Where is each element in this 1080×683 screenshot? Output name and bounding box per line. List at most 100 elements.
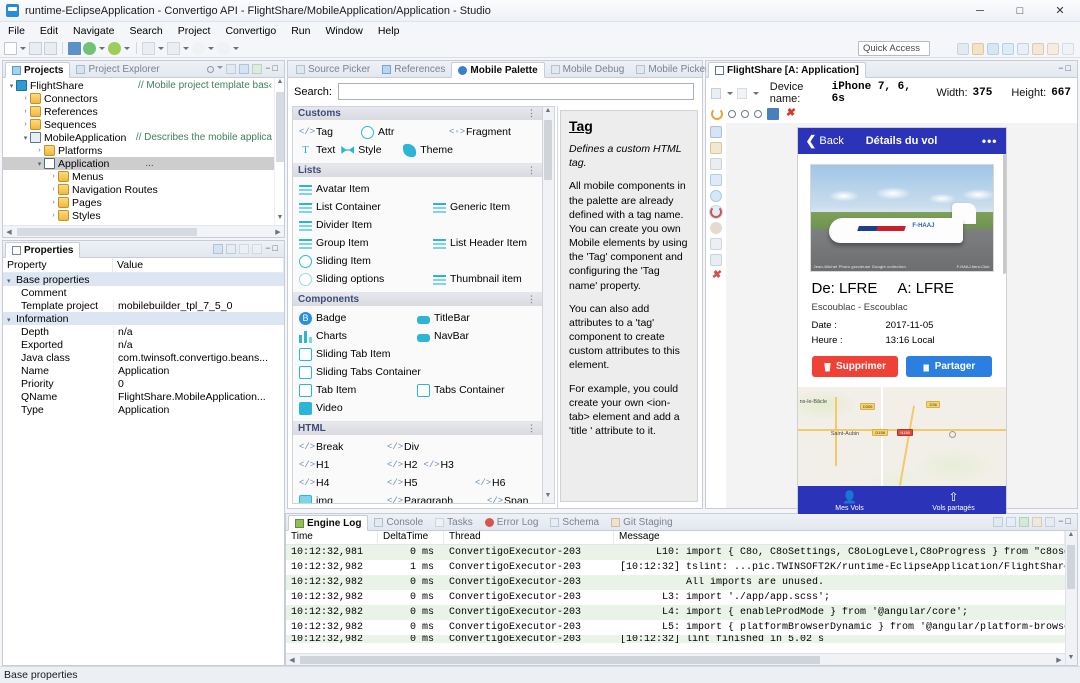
palette-item-navbar[interactable]: NavBar <box>415 327 473 345</box>
show-categories-icon[interactable] <box>213 244 224 254</box>
palette-group-header[interactable]: Customs ⋮ <box>293 107 542 120</box>
palette-item-tag[interactable]: </> Tag <box>297 123 359 141</box>
copy-log-icon[interactable] <box>1032 517 1043 527</box>
export-log-icon[interactable] <box>993 517 1004 527</box>
palette-item-h3[interactable]: </> H3 <box>421 456 509 474</box>
tree-row[interactable]: › Menus <box>3 170 284 183</box>
property-value[interactable]: com.twinsoft.convertigo.beans... <box>113 351 284 364</box>
scroll-thumb-h[interactable] <box>300 656 820 664</box>
palette-item-titlebar[interactable]: TitleBar <box>415 309 474 327</box>
play-log-icon[interactable] <box>1019 517 1030 527</box>
palette-item-h4[interactable]: </> H4 <box>297 474 385 492</box>
perspective-icon-1[interactable] <box>957 42 969 55</box>
scroll-down-icon[interactable]: ▼ <box>1066 654 1076 665</box>
scroll-left-icon[interactable]: ◀ <box>3 228 15 236</box>
scroll-down-icon[interactable]: ▼ <box>543 492 553 503</box>
tree-row[interactable]: › Navigation Routes <box>3 183 284 196</box>
tab-flightshare-application[interactable]: FlightShare [A: Application] <box>708 62 866 78</box>
perspective-icon-7[interactable] <box>1047 42 1059 55</box>
palette-item-h2[interactable]: </> H2 <box>385 456 421 474</box>
palette-group-header[interactable]: Components ⋮ <box>293 293 542 306</box>
tab-engine-log[interactable]: Engine Log <box>288 515 369 531</box>
tab-mobile-picker[interactable]: Mobile Picker <box>630 61 714 77</box>
column-header-deltatime[interactable]: DeltaTime <box>378 531 444 544</box>
tree-vertical-scrollbar[interactable]: ▲ ▼ <box>274 78 284 225</box>
new-dropdown-icon[interactable] <box>19 42 27 55</box>
palette-item-sliding-tabs-container[interactable]: Sliding Tabs Container <box>297 363 425 381</box>
tab-references[interactable]: References <box>376 61 451 77</box>
close-button[interactable]: ✕ <box>1040 0 1080 22</box>
tab-console[interactable]: Console <box>368 514 429 530</box>
twisty-icon[interactable]: › <box>49 199 58 206</box>
clear-log-icon[interactable] <box>1045 517 1056 527</box>
search-tool-icon[interactable] <box>167 41 180 55</box>
tree-row[interactable]: › Sequences <box>3 118 284 131</box>
tab-properties[interactable]: Properties <box>5 242 81 258</box>
column-header-time[interactable]: Time <box>286 531 378 544</box>
quick-access-input[interactable]: Quick Access <box>858 41 930 56</box>
device-dropdown-icon[interactable] <box>726 87 733 100</box>
debug-dropdown-icon[interactable] <box>98 42 106 55</box>
palette-item-paragraph[interactable]: </> Paragraph <box>385 492 485 503</box>
property-row[interactable]: Comment <box>3 286 284 299</box>
twisty-icon[interactable]: › <box>35 147 44 154</box>
property-group-row[interactable]: ▾ Information <box>3 312 284 325</box>
column-header-message[interactable]: Message <box>614 531 1065 544</box>
property-value[interactable]: mobilebuilder_tpl_7_5_0 <box>113 299 284 312</box>
twisty-icon[interactable]: › <box>21 121 30 128</box>
wrench-icon[interactable] <box>710 238 722 250</box>
tab-project-explorer[interactable]: Project Explorer <box>70 61 165 77</box>
twisty-icon[interactable]: › <box>49 212 58 219</box>
palette-item-div[interactable]: </> Div <box>385 438 473 456</box>
tree-row[interactable]: ▾ FlightShare // Mobile project template… <box>3 79 284 92</box>
menu-item-run[interactable]: Run <box>289 24 312 38</box>
zoom-in-icon[interactable] <box>741 110 749 118</box>
scroll-thumb[interactable] <box>1067 545 1075 589</box>
scroll-up-icon[interactable]: ▲ <box>543 107 553 118</box>
back-icon[interactable] <box>192 41 205 55</box>
restart-icon[interactable] <box>709 205 723 219</box>
twisty-icon[interactable]: › <box>21 95 30 102</box>
properties-table[interactable]: Property Value ▾ Base properties Comment … <box>3 258 284 665</box>
tree-row[interactable]: › Styles <box>3 209 284 222</box>
palette-item-h6[interactable]: </> H6 <box>473 474 509 492</box>
palette-item-break[interactable]: </> Break <box>297 438 385 456</box>
save-icon[interactable] <box>29 41 42 55</box>
palette-item-group-item[interactable]: Group Item <box>297 234 431 252</box>
console-minmax[interactable]: −□ <box>1058 516 1073 528</box>
perspective-icon-4[interactable] <box>1002 42 1014 55</box>
tree-horizontal-scrollbar[interactable]: ◀ ▶ <box>3 225 284 237</box>
collapse-all-icon[interactable] <box>226 64 237 74</box>
property-row[interactable]: Template project mobilebuilder_tpl_7_5_0 <box>3 299 284 312</box>
scroll-thumb[interactable] <box>276 92 284 162</box>
search-dropdown-icon[interactable] <box>182 42 190 55</box>
palette-item-divider-item[interactable]: Divider Item <box>297 216 419 234</box>
back-dropdown-icon[interactable] <box>207 42 215 55</box>
maximize-button[interactable]: □ <box>1000 0 1040 22</box>
tab-schema[interactable]: Schema <box>544 514 605 530</box>
menu-item-search[interactable]: Search <box>127 24 164 38</box>
log-row[interactable]: 10:12:32,982 0 ms ConvertigoExecutor-203… <box>286 635 1065 643</box>
palette-item-charts[interactable]: Charts <box>297 327 415 345</box>
tab-projects[interactable]: Projects <box>5 62 71 78</box>
restore-default-icon[interactable] <box>239 244 250 254</box>
palette-vertical-scrollbar[interactable]: ▲ ▼ <box>543 106 555 504</box>
width-value[interactable]: 375 <box>973 87 993 99</box>
property-value[interactable]: Application <box>113 364 284 377</box>
palette-item-img[interactable]: img <box>297 492 385 503</box>
palette-item-sliding-options[interactable]: Sliding options <box>297 270 431 288</box>
zoom-out-icon[interactable] <box>728 110 736 118</box>
property-row[interactable]: Java class com.twinsoft.convertigo.beans… <box>3 351 284 364</box>
palette-item-fragment[interactable]: <◦> Fragment <box>447 123 531 141</box>
view-menu-chevron-down-icon[interactable] <box>217 66 224 72</box>
perspective-icon-8[interactable] <box>1062 42 1074 55</box>
property-value[interactable]: Application <box>113 403 284 416</box>
menu-item-edit[interactable]: Edit <box>38 24 60 38</box>
palette-item-list-header-item[interactable]: List Header Item <box>431 234 531 252</box>
property-row[interactable]: Exported n/a <box>3 338 284 351</box>
flight-map[interactable]: ns-le-Bâcle Saint-Aubin D306 D36 D158 N1… <box>797 387 1006 486</box>
property-row[interactable]: Name Application <box>3 364 284 377</box>
external-tools-icon[interactable] <box>142 41 155 55</box>
twisty-icon[interactable]: ▾ <box>35 160 44 168</box>
palette-item-tab-item[interactable]: Tab Item <box>297 381 415 399</box>
